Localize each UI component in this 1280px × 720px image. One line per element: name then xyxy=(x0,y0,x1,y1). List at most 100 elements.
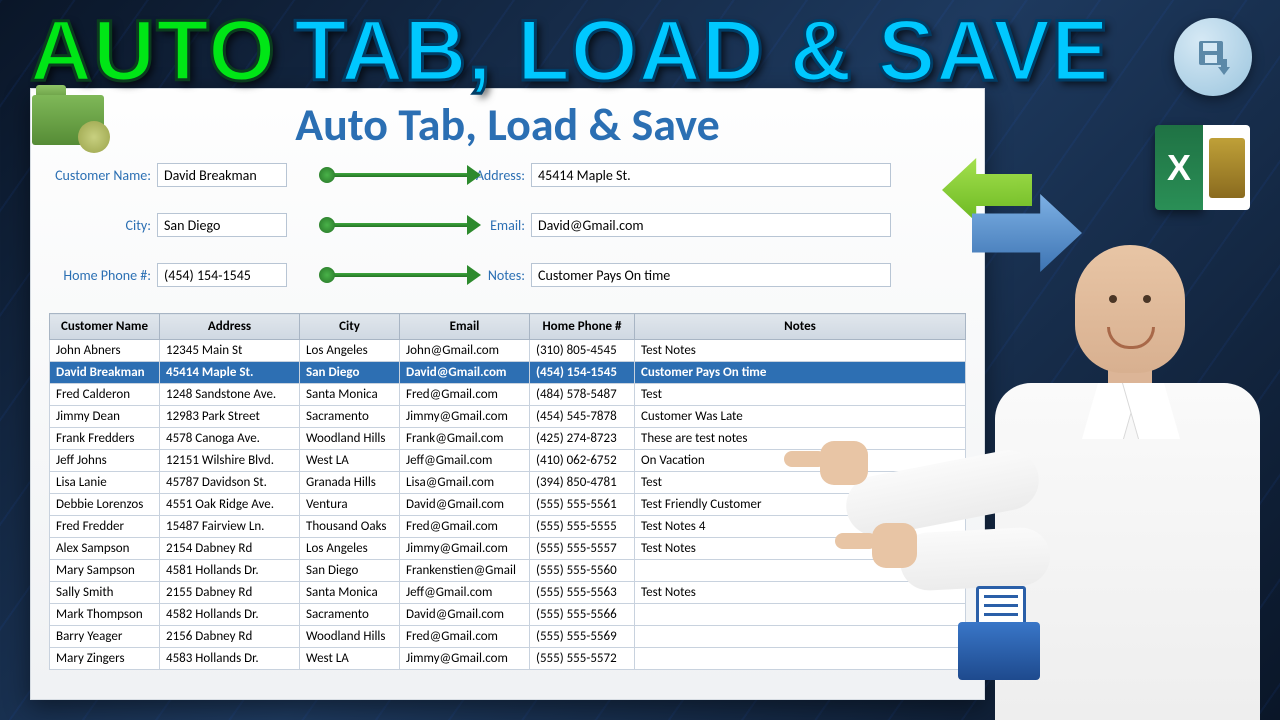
table-cell[interactable] xyxy=(635,626,966,648)
table-cell[interactable]: David@Gmail.com xyxy=(400,604,530,626)
table-cell[interactable]: Jeff@Gmail.com xyxy=(400,450,530,472)
table-cell[interactable]: Sacramento xyxy=(300,406,400,428)
city-input[interactable]: San Diego xyxy=(157,213,287,237)
table-cell[interactable]: Lisa Lanie xyxy=(50,472,160,494)
table-cell[interactable]: Los Angeles xyxy=(300,340,400,362)
table-row[interactable]: Alex Sampson2154 Dabney RdLos AngelesJim… xyxy=(50,538,966,560)
table-cell[interactable]: Customer Was Late xyxy=(635,406,966,428)
table-row[interactable]: Barry Yeager2156 Dabney RdWoodland Hills… xyxy=(50,626,966,648)
table-cell[interactable]: Test Notes xyxy=(635,340,966,362)
table-cell[interactable]: 2155 Dabney Rd xyxy=(160,582,300,604)
table-cell[interactable]: (484) 578-5487 xyxy=(530,384,635,406)
table-cell[interactable]: (555) 555-5560 xyxy=(530,560,635,582)
notes-input[interactable]: Customer Pays On time xyxy=(531,263,891,287)
table-cell[interactable]: (394) 850-4781 xyxy=(530,472,635,494)
table-cell[interactable]: Mary Zingers xyxy=(50,648,160,670)
table-cell[interactable]: Fred Fredder xyxy=(50,516,160,538)
table-cell[interactable]: These are test notes xyxy=(635,428,966,450)
table-cell[interactable]: Jimmy@Gmail.com xyxy=(400,648,530,670)
customer-name-input[interactable]: David Breakman xyxy=(157,163,287,187)
table-cell[interactable]: David@Gmail.com xyxy=(400,494,530,516)
table-cell[interactable]: Fred@Gmail.com xyxy=(400,384,530,406)
table-cell[interactable]: Sally Smith xyxy=(50,582,160,604)
table-row[interactable]: Jimmy Dean12983 Park StreetSacramentoJim… xyxy=(50,406,966,428)
table-cell[interactable]: Jimmy@Gmail.com xyxy=(400,406,530,428)
table-cell[interactable]: Lisa@Gmail.com xyxy=(400,472,530,494)
table-cell[interactable]: 12983 Park Street xyxy=(160,406,300,428)
table-cell[interactable]: Santa Monica xyxy=(300,582,400,604)
table-row[interactable]: Fred Calderon1248 Sandstone Ave.Santa Mo… xyxy=(50,384,966,406)
table-cell[interactable]: David@Gmail.com xyxy=(400,362,530,384)
table-row[interactable]: David Breakman45414 Maple St.San DiegoDa… xyxy=(50,362,966,384)
table-cell[interactable]: Ventura xyxy=(300,494,400,516)
table-cell[interactable]: John@Gmail.com xyxy=(400,340,530,362)
table-cell[interactable]: Barry Yeager xyxy=(50,626,160,648)
table-cell[interactable]: 4551 Oak Ridge Ave. xyxy=(160,494,300,516)
table-cell[interactable]: San Diego xyxy=(300,362,400,384)
table-cell[interactable]: 1248 Sandstone Ave. xyxy=(160,384,300,406)
table-cell[interactable]: Thousand Oaks xyxy=(300,516,400,538)
table-cell[interactable]: (410) 062-6752 xyxy=(530,450,635,472)
table-cell[interactable]: Granada Hills xyxy=(300,472,400,494)
table-row[interactable]: Mary Zingers4583 Hollands Dr.West LAJimm… xyxy=(50,648,966,670)
table-row[interactable]: Fred Fredder15487 Fairview Ln.Thousand O… xyxy=(50,516,966,538)
table-cell[interactable]: Woodland Hills xyxy=(300,428,400,450)
table-cell[interactable]: Mary Sampson xyxy=(50,560,160,582)
table-cell[interactable]: Fred@Gmail.com xyxy=(400,626,530,648)
table-cell[interactable]: Jimmy Dean xyxy=(50,406,160,428)
table-row[interactable]: Mark Thompson4582 Hollands Dr.Sacramento… xyxy=(50,604,966,626)
table-cell[interactable]: 12151 Wilshire Blvd. xyxy=(160,450,300,472)
table-cell[interactable]: Santa Monica xyxy=(300,384,400,406)
table-cell[interactable]: 2154 Dabney Rd xyxy=(160,538,300,560)
table-cell[interactable]: (555) 555-5563 xyxy=(530,582,635,604)
table-cell[interactable]: (555) 555-5561 xyxy=(530,494,635,516)
col-home-phone[interactable]: Home Phone # xyxy=(530,314,635,340)
table-cell[interactable]: Alex Sampson xyxy=(50,538,160,560)
home-phone-input[interactable]: (454) 154-1545 xyxy=(157,263,287,287)
table-cell[interactable]: West LA xyxy=(300,648,400,670)
table-cell[interactable]: Frankenstien@Gmail xyxy=(400,560,530,582)
col-notes[interactable]: Notes xyxy=(635,314,966,340)
table-cell[interactable]: Frank Fredders xyxy=(50,428,160,450)
table-cell[interactable]: Sacramento xyxy=(300,604,400,626)
table-cell[interactable]: (555) 555-5569 xyxy=(530,626,635,648)
table-row[interactable]: John Abners12345 Main StLos AngelesJohn@… xyxy=(50,340,966,362)
col-customer-name[interactable]: Customer Name xyxy=(50,314,160,340)
address-input[interactable]: 45414 Maple St. xyxy=(531,163,891,187)
col-address[interactable]: Address xyxy=(160,314,300,340)
table-cell[interactable] xyxy=(635,648,966,670)
table-cell[interactable]: 2156 Dabney Rd xyxy=(160,626,300,648)
table-cell[interactable]: 4583 Hollands Dr. xyxy=(160,648,300,670)
col-email[interactable]: Email xyxy=(400,314,530,340)
table-cell[interactable]: (555) 555-5566 xyxy=(530,604,635,626)
table-cell[interactable]: 45787 Davidson St. xyxy=(160,472,300,494)
table-cell[interactable]: 4582 Hollands Dr. xyxy=(160,604,300,626)
table-cell[interactable]: Customer Pays On time xyxy=(635,362,966,384)
table-cell[interactable]: John Abners xyxy=(50,340,160,362)
table-cell[interactable]: Jeff@Gmail.com xyxy=(400,582,530,604)
table-cell[interactable]: Debbie Lorenzos xyxy=(50,494,160,516)
table-cell[interactable]: Mark Thompson xyxy=(50,604,160,626)
table-cell[interactable]: (454) 545-7878 xyxy=(530,406,635,428)
table-cell[interactable]: (555) 555-5572 xyxy=(530,648,635,670)
table-cell[interactable]: Woodland Hills xyxy=(300,626,400,648)
table-cell[interactable]: San Diego xyxy=(300,560,400,582)
table-cell[interactable]: West LA xyxy=(300,450,400,472)
table-cell[interactable]: 12345 Main St xyxy=(160,340,300,362)
table-cell[interactable]: (310) 805-4545 xyxy=(530,340,635,362)
table-cell[interactable]: Test xyxy=(635,384,966,406)
table-cell[interactable]: (555) 555-5555 xyxy=(530,516,635,538)
table-cell[interactable]: Fred@Gmail.com xyxy=(400,516,530,538)
table-cell[interactable]: Jeff Johns xyxy=(50,450,160,472)
table-cell[interactable] xyxy=(635,604,966,626)
table-cell[interactable]: 15487 Fairview Ln. xyxy=(160,516,300,538)
table-cell[interactable]: (425) 274-8723 xyxy=(530,428,635,450)
table-cell[interactable]: 45414 Maple St. xyxy=(160,362,300,384)
table-row[interactable]: Mary Sampson4581 Hollands Dr.San DiegoFr… xyxy=(50,560,966,582)
table-cell[interactable]: Fred Calderon xyxy=(50,384,160,406)
table-row[interactable]: Debbie Lorenzos4551 Oak Ridge Ave.Ventur… xyxy=(50,494,966,516)
table-cell[interactable]: (454) 154-1545 xyxy=(530,362,635,384)
table-cell[interactable]: 4578 Canoga Ave. xyxy=(160,428,300,450)
table-cell[interactable]: (555) 555-5557 xyxy=(530,538,635,560)
table-cell[interactable]: Los Angeles xyxy=(300,538,400,560)
